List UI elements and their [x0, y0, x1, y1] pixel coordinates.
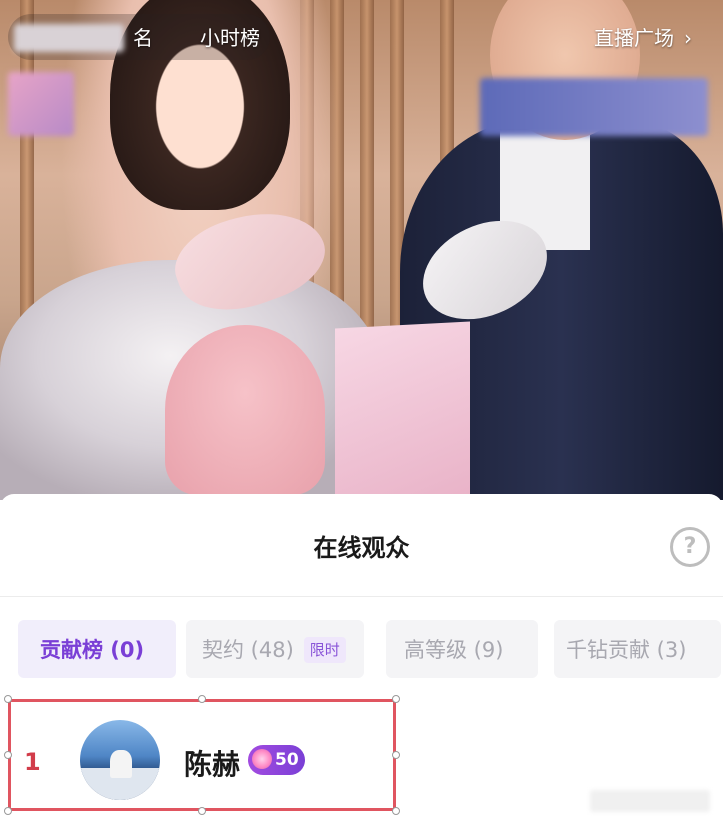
tab-contribution[interactable]: 贡献榜 (0)	[18, 620, 176, 678]
divider	[0, 596, 723, 597]
question-circle-icon[interactable]: ?	[670, 527, 710, 567]
selection-handle	[198, 695, 206, 703]
chevron-right-icon: ›	[684, 26, 692, 50]
selection-handle	[392, 751, 400, 759]
product-box	[335, 321, 470, 500]
viewer-name[interactable]: 陈赫	[184, 743, 240, 783]
tab-label: 千钻贡献 (3)	[566, 638, 687, 662]
selection-handle	[4, 695, 12, 703]
blurred-watermark	[590, 790, 710, 812]
tab-diamond-contribution[interactable]: 千钻贡献 (3)	[554, 620, 721, 678]
avatar[interactable]	[80, 720, 160, 800]
product-cap	[165, 325, 325, 495]
sheet-title: 在线观众	[313, 534, 410, 562]
tab-contract[interactable]: 契约 (48) 限时	[186, 620, 364, 678]
gem-icon	[252, 749, 272, 769]
selection-handle	[4, 751, 12, 759]
selection-handle	[198, 807, 206, 815]
tab-label: 贡献榜 (0)	[40, 638, 145, 662]
tab-high-level[interactable]: 高等级 (9)	[386, 620, 538, 678]
selection-handle	[4, 807, 12, 815]
level-badge: 50	[248, 745, 305, 775]
tab-label: 高等级 (9)	[404, 638, 504, 662]
audience-tabs: 贡献榜 (0) 契约 (48) 限时 高等级 (9) 千钻贡献 (3)	[18, 620, 723, 678]
limited-time-tag: 限时	[303, 637, 346, 663]
rank-suffix: 名	[133, 26, 153, 50]
plaza-link[interactable]: 直播广场 ›	[594, 22, 692, 51]
background-slat	[360, 0, 374, 330]
selection-handle	[392, 807, 400, 815]
tab-label: 契约 (48)	[202, 638, 294, 662]
avatar-person	[110, 750, 132, 778]
online-audience-sheet: 在线观众 ? 贡献榜 (0) 契约 (48) 限时 高等级 (9) 千钻贡献 (3…	[0, 494, 723, 818]
level-value: 50	[275, 750, 299, 770]
live-video[interactable]: 名 小时榜 直播广场 ›	[0, 0, 723, 500]
viewer-rank: 1	[24, 748, 41, 776]
blurred-gift-icon	[8, 72, 74, 136]
hourly-rank-label[interactable]: 小时榜	[200, 22, 260, 51]
blurred-banner	[480, 78, 708, 136]
plaza-link-label: 直播广场	[594, 26, 674, 50]
blurred-rank-text	[14, 24, 124, 52]
selection-handle	[392, 695, 400, 703]
